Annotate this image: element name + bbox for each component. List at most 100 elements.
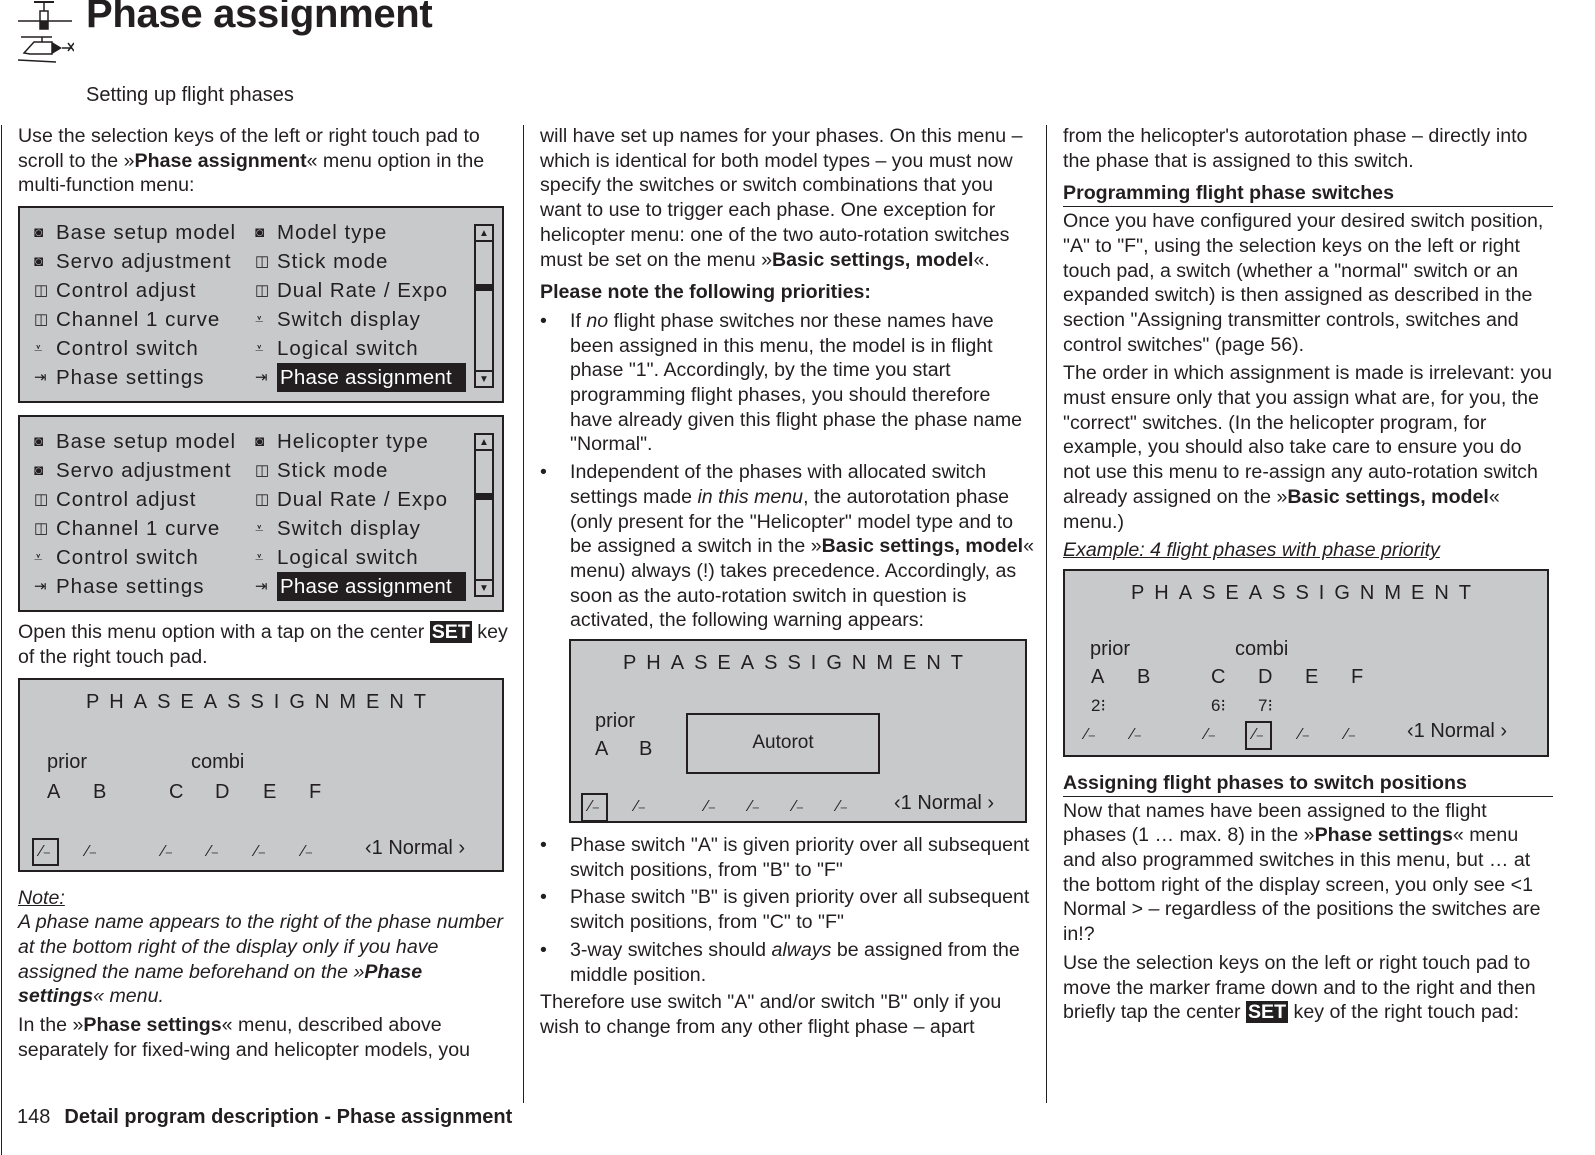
- bullet-item: Phase switch "B" is given priority over …: [540, 885, 1035, 934]
- menu-item-stick-mode[interactable]: ◫ Stick mode: [255, 456, 475, 485]
- stick-icon: ◫: [34, 282, 49, 300]
- switch-label-a: A: [1091, 665, 1105, 688]
- menu-item-switch-display[interactable]: ⩡ Switch display: [255, 514, 475, 543]
- menu-item-label: Channel 1 curve: [56, 308, 221, 332]
- menu-item-model-type[interactable]: ◙ Model type: [255, 218, 475, 247]
- menu-item-label: Switch display: [277, 308, 421, 332]
- paragraph: Now that names have been assigned to the…: [1063, 799, 1541, 946]
- menu-item-label: Servo adjustment: [56, 250, 232, 274]
- menu-item-switch-display[interactable]: ⩡ Switch display: [255, 305, 475, 334]
- menu-item-label: Model type: [277, 221, 388, 245]
- phase-icon: ⇥: [255, 369, 268, 387]
- menu-item-channel-1-curve[interactable]: ◫ Channel 1 curve: [34, 305, 255, 334]
- scrollbar[interactable]: ▲ ▼: [474, 224, 494, 389]
- phase-icon: ⇥: [34, 578, 47, 596]
- scroll-up-icon[interactable]: ▲: [476, 226, 492, 243]
- scroll-down-icon[interactable]: ▼: [476, 579, 492, 595]
- switch-label-c: C: [169, 780, 184, 803]
- menu-item-stick-mode[interactable]: ◫ Stick mode: [255, 247, 475, 276]
- note: Note: A phase name appears to the right o…: [18, 886, 504, 1008]
- page-footer: 148 Detail program description - Phase as…: [17, 1106, 512, 1129]
- menu-item-phase-settings[interactable]: ⇥ Phase settings: [34, 363, 255, 392]
- switch-slot-a[interactable]: ⁄₋: [1085, 723, 1096, 748]
- switch-slot-a[interactable]: ⁄₋: [581, 793, 609, 822]
- switch-label-f: F: [1351, 665, 1364, 688]
- switch-slot-d[interactable]: ⁄₋: [1245, 720, 1273, 750]
- switch-slot-f[interactable]: ⁄₋: [302, 840, 313, 865]
- phase-assignment-screen-1: PHASEASSIGNMENT prior combi A B C D E F …: [18, 677, 504, 872]
- menu-screen-helicopter: ◙ Base setup model ◙ Helicopter type ◙ Servo …: [18, 415, 504, 613]
- menu-item-phase-assignment[interactable]: ⇥ Phase assignment: [255, 363, 475, 393]
- menu-item-channel-1-curve[interactable]: ◫ Channel 1 curve: [34, 514, 255, 543]
- menu-item-control-adjust[interactable]: ◫ Control adjust: [34, 485, 255, 514]
- scroll-down-icon[interactable]: ▼: [476, 370, 492, 386]
- page-subtitle: Setting up flight phases: [86, 84, 294, 106]
- bullet-item: 3-way switches should always be assigned…: [540, 938, 1035, 987]
- menu-item-base-setup-model[interactable]: ◙ Base setup model: [34, 218, 255, 247]
- menu-item-servo-adjustment[interactable]: ◙ Servo adjustment: [34, 247, 255, 276]
- switch-slot-e[interactable]: ⁄₋: [793, 795, 804, 820]
- menu-item-label: Base setup model: [56, 430, 237, 454]
- prior-label: prior: [595, 710, 636, 733]
- stick-icon: ◫: [34, 311, 49, 329]
- menu-item-control-switch[interactable]: ⩡ Control switch: [34, 334, 255, 363]
- switch-slot-f[interactable]: ⁄₋: [1345, 723, 1356, 748]
- menu-item-control-switch[interactable]: ⩡ Control switch: [34, 543, 255, 572]
- switch-slot-b[interactable]: ⁄₋: [1131, 723, 1142, 748]
- menu-item-logical-switch[interactable]: ⩡ Logical switch: [255, 543, 475, 572]
- switch-slot-f[interactable]: ⁄₋: [837, 795, 848, 820]
- switch-slot-e[interactable]: ⁄₋: [255, 840, 266, 865]
- stick-icon: ◫: [34, 491, 49, 509]
- switch-slot-b[interactable]: ⁄₋: [635, 795, 646, 820]
- paragraph: from the helicopter's autorotation phase…: [1063, 125, 1528, 172]
- menu-item-label: Dual Rate / Expo: [277, 488, 448, 512]
- stick-icon: ◫: [34, 520, 49, 538]
- switch-icon: ⩡: [34, 340, 43, 358]
- footer-section: Detail program description - Phase assig…: [64, 1106, 513, 1128]
- page-title: Phase assignment: [86, 0, 433, 36]
- menu-item-label: Control switch: [56, 546, 199, 570]
- phase-assignment-screen-autorot: PHASEASSIGNMENT prior A B Autorot ⁄₋ ⁄₋ …: [569, 639, 1027, 824]
- menu-item-dual-rate-expo[interactable]: ◫ Dual Rate / Expo: [255, 276, 475, 305]
- bullet-item: Phase switch "A" is given priority over …: [540, 833, 1035, 882]
- switch-slot-d[interactable]: ⁄₋: [208, 840, 219, 865]
- column-2: will have set up names for your phases. …: [540, 124, 1035, 1044]
- menu-item-servo-adjustment[interactable]: ◙ Servo adjustment: [34, 456, 255, 485]
- menu-item-phase-assignment[interactable]: ⇥ Phase assignment: [255, 572, 475, 602]
- paragraph: Therefore use switch "A" and/or switch "…: [540, 991, 1002, 1038]
- switch-icon: ⩡: [255, 311, 264, 329]
- scroll-up-icon[interactable]: ▲: [476, 435, 492, 452]
- screen-title: PHASEASSIGNMENT: [85, 690, 437, 713]
- column-divider: [523, 125, 524, 1103]
- switch-label-b: B: [639, 738, 653, 761]
- switch-slot-c[interactable]: ⁄₋: [1205, 723, 1216, 748]
- switch-slot-a[interactable]: ⁄₋: [32, 837, 60, 867]
- screen-title: PHASEASSIGNMENT: [1130, 581, 1482, 604]
- scroll-thumb[interactable]: [476, 284, 492, 292]
- menu-item-phase-settings[interactable]: ⇥ Phase settings: [34, 572, 255, 601]
- scroll-thumb[interactable]: [476, 493, 492, 501]
- menu-item-logical-switch[interactable]: ⩡ Logical switch: [255, 334, 475, 363]
- menu-item-dual-rate-expo[interactable]: ◫ Dual Rate / Expo: [255, 485, 475, 514]
- combi-label: combi: [191, 750, 245, 773]
- scrollbar[interactable]: ▲ ▼: [474, 433, 494, 598]
- column-divider: [1046, 125, 1047, 1103]
- menu-item-base-setup-model[interactable]: ◙ Base setup model: [34, 427, 255, 456]
- stick-icon: ◫: [255, 282, 270, 300]
- menu-item-helicopter-type[interactable]: ◙ Helicopter type: [255, 427, 475, 456]
- switch-slot-b[interactable]: ⁄₋: [86, 840, 97, 865]
- menu-item-label: Phase settings: [56, 366, 205, 390]
- menu-item-label: Channel 1 curve: [56, 517, 221, 541]
- switch-slot-e[interactable]: ⁄₋: [1299, 723, 1310, 748]
- menu-screen-fixed-wing: ◙ Base setup model ◙ Model type ◙ Servo adjus…: [18, 206, 504, 404]
- switch-slot-c[interactable]: ⁄₋: [705, 795, 716, 820]
- switch-slot-c[interactable]: ⁄₋: [162, 840, 173, 865]
- model-icon: ◙: [255, 433, 265, 451]
- column-divider: [1, 125, 2, 1155]
- menu-item-control-adjust[interactable]: ◫ Control adjust: [34, 276, 255, 305]
- set-key-label: SET: [429, 621, 472, 644]
- menu-item-label: Switch display: [277, 517, 421, 541]
- section-heading: Assigning flight phases to switch positi…: [1063, 771, 1553, 797]
- menu-item-label: Control adjust: [56, 279, 197, 303]
- switch-slot-d[interactable]: ⁄₋: [749, 795, 760, 820]
